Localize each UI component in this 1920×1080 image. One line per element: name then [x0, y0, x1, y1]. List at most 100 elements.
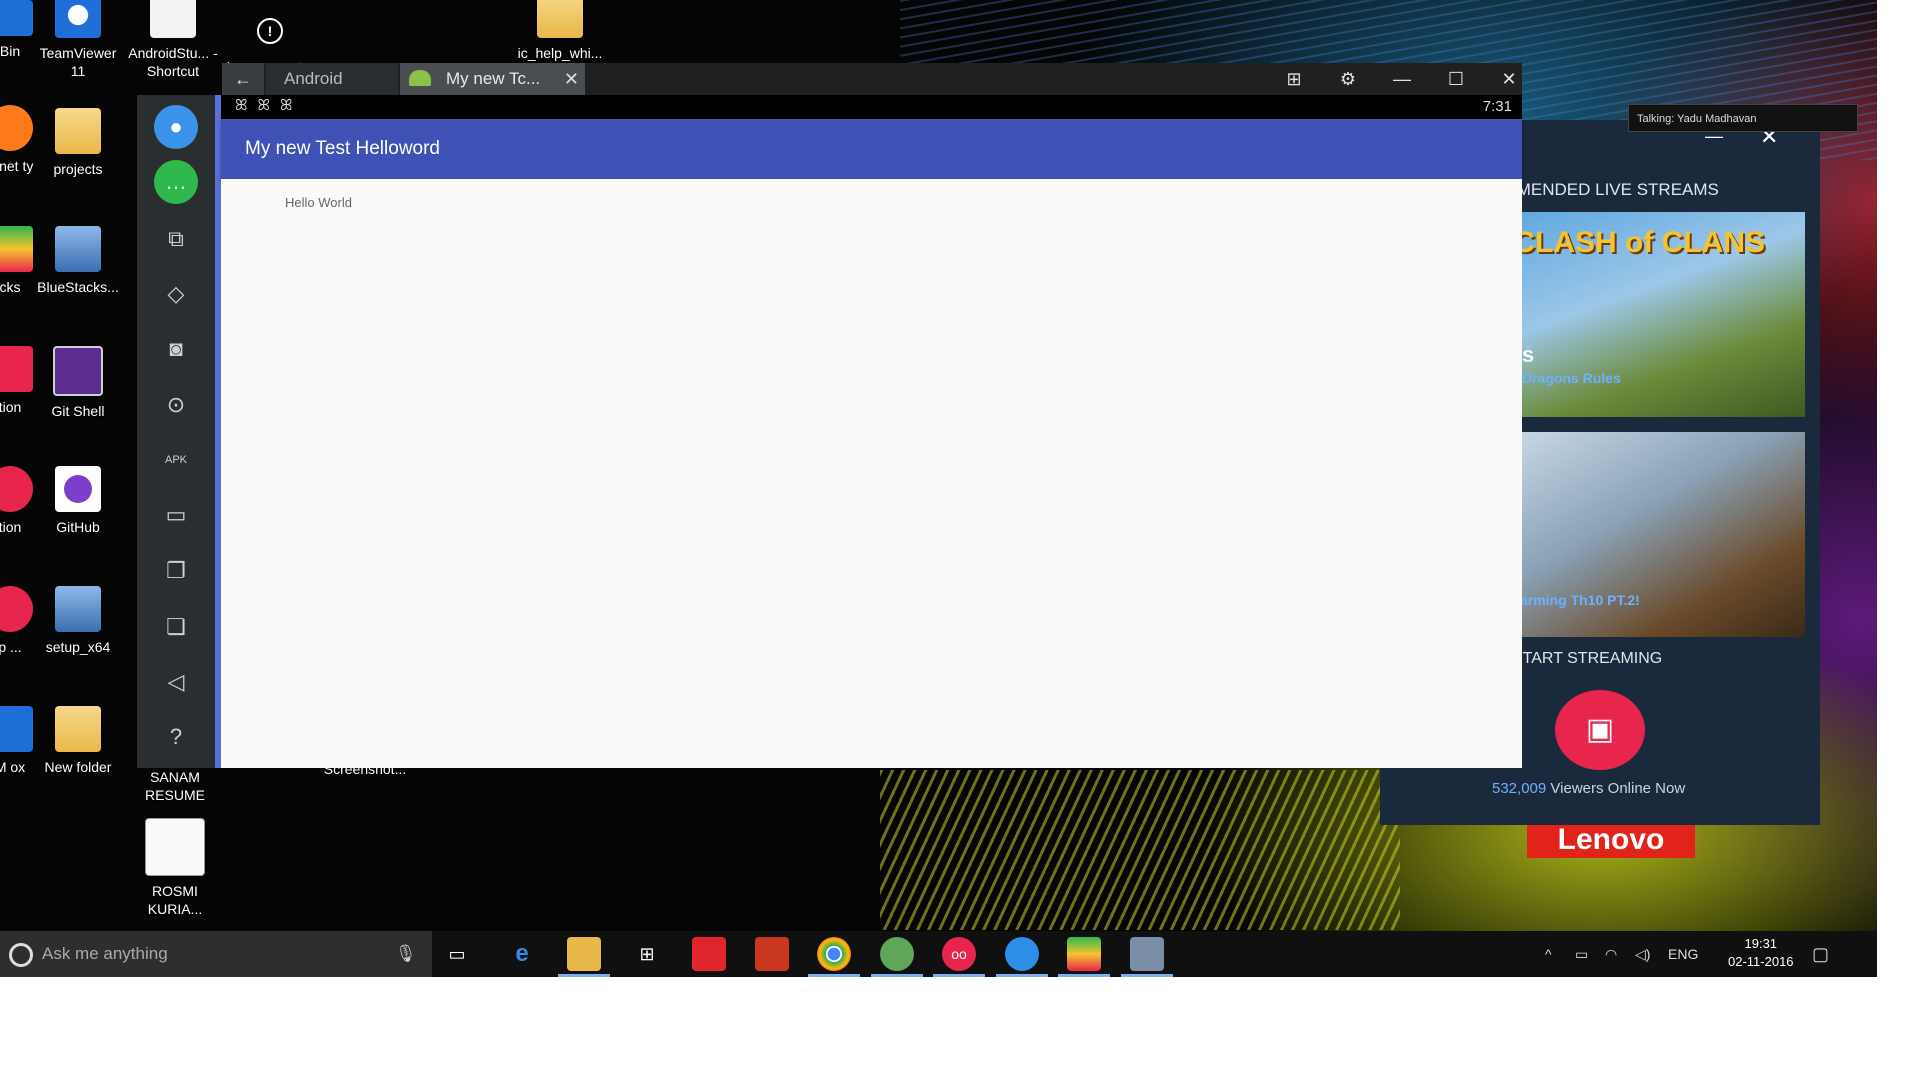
- cortana-icon: [9, 943, 33, 967]
- paint-icon[interactable]: [1121, 937, 1173, 977]
- cortana-search-box[interactable]: Ask me anything 🎙: [0, 931, 432, 977]
- reader-icon[interactable]: [692, 937, 726, 971]
- android-status-bar: ꕤꕤꕤ 7:31: [221, 95, 1522, 119]
- back-button[interactable]: ←: [222, 63, 264, 95]
- chat-icon[interactable]: …: [154, 160, 198, 204]
- installer-icon: [55, 586, 101, 632]
- notifications-icon[interactable]: ▢: [1812, 931, 1829, 977]
- search-input[interactable]: Ask me anything: [42, 931, 168, 977]
- status-time: 7:31: [1482, 98, 1512, 115]
- desktop-icon-label: GitHub: [56, 519, 100, 535]
- clock-date: 02-11-2016: [1728, 954, 1794, 969]
- show-hidden-icons[interactable]: ^: [1545, 931, 1552, 977]
- desktop-icon-label: ic_help_whi...: [517, 45, 603, 61]
- desktop-icon-git-shell[interactable]: Git Shell: [33, 346, 123, 420]
- tab-my-new-test[interactable]: My new Tc... ✕: [400, 63, 585, 95]
- stream-thumbnail-2[interactable]: arming Th10 PT.2!: [1512, 432, 1805, 637]
- desktop-icon-label: BlueStacks...: [37, 279, 119, 295]
- app-icon[interactable]: [755, 937, 789, 971]
- desktop-icon-teamviewer[interactable]: TeamViewer 11: [33, 0, 123, 80]
- settings-icon[interactable]: ⚙: [1328, 63, 1368, 95]
- desktop-icon-bluestacks[interactable]: BlueStacks...: [33, 226, 123, 296]
- rotate-icon[interactable]: ◇: [154, 272, 198, 316]
- desktop-icon-label: cks: [0, 279, 21, 295]
- recycle-bin-icon: [0, 0, 33, 36]
- volume-icon[interactable]: ◁: [154, 660, 198, 704]
- desktop-icon-label: tion: [0, 399, 22, 415]
- virtualbox-icon: [0, 706, 33, 752]
- apk-icon[interactable]: APK: [154, 438, 198, 482]
- teamviewer-icon: [55, 0, 101, 38]
- screenshot-icon[interactable]: ◙: [154, 327, 198, 371]
- video-camera-icon[interactable]: ●: [154, 105, 198, 149]
- start-streaming-label: START STREAMING: [1512, 650, 1663, 667]
- desktop-icon-github[interactable]: GitHub: [33, 466, 123, 536]
- location-icon[interactable]: ⊙: [154, 383, 198, 427]
- internet-icon: [0, 105, 33, 151]
- task-view-icon[interactable]: ▭: [440, 937, 474, 971]
- language-indicator[interactable]: ENG: [1668, 931, 1698, 977]
- folder-icon: [537, 0, 583, 38]
- shortcut-icon: [150, 0, 196, 38]
- wallpaper-feather-bottom: [880, 770, 1400, 930]
- desktop-icon-label: projects: [53, 161, 103, 177]
- desktop: Bin ernet ty cks tion tion p ... M ox Te…: [0, 0, 1877, 977]
- file-explorer-icon[interactable]: [558, 937, 610, 977]
- app-title: My new Test Helloword: [245, 138, 441, 159]
- desktop-icon-new-folder[interactable]: New folder: [33, 706, 123, 776]
- viewers-count: 532,009: [1492, 780, 1547, 797]
- edge-icon[interactable]: e: [505, 937, 539, 971]
- desktop-icon-projects[interactable]: projects: [33, 108, 123, 178]
- microphone-icon[interactable]: 🎙: [395, 931, 417, 977]
- bluestacks-icon: [0, 226, 33, 272]
- app-icon[interactable]: oo: [933, 937, 985, 977]
- folder-icon: [55, 108, 101, 154]
- chrome-icon[interactable]: [808, 937, 860, 977]
- terminal-icon: [53, 346, 103, 396]
- desktop-icon-setup-x64[interactable]: setup_x64: [33, 586, 123, 656]
- volume-icon[interactable]: ◁): [1635, 931, 1650, 977]
- minimize-button[interactable]: —: [1382, 63, 1422, 95]
- wifi-icon[interactable]: ◠: [1605, 931, 1617, 977]
- tab-android[interactable]: Android: [266, 63, 398, 95]
- stream-thumbnail-1[interactable]: CLASH of CLANS s Dragons Rules: [1512, 212, 1805, 417]
- lenovo-logo: Lenovo: [1527, 822, 1695, 858]
- battery-icon[interactable]: ▭: [1575, 931, 1588, 977]
- desktop-icon-rosmi-kuria[interactable]: ROSMI KURIA...: [130, 818, 220, 918]
- clock[interactable]: 19:31 02-11-2016: [1728, 935, 1794, 971]
- maximize-button[interactable]: ☐: [1436, 63, 1476, 95]
- tab-close-button[interactable]: ✕: [564, 63, 579, 95]
- desktop-icon-sanam-resume[interactable]: SANAM RESUME: [130, 768, 220, 804]
- tab-label: Android: [284, 69, 343, 88]
- tab-label: My new Tc...: [446, 69, 541, 88]
- stream-1-title: Dragons Rules: [1522, 370, 1621, 386]
- close-button[interactable]: ✕: [1489, 63, 1529, 95]
- start-streaming-button[interactable]: ▣: [1555, 690, 1645, 770]
- hello-world-text: Hello World: [285, 195, 352, 210]
- error-outline-icon: !: [257, 18, 283, 44]
- desktop-icon-label: Bin: [0, 43, 21, 59]
- copy-icon[interactable]: ❐: [154, 549, 198, 593]
- live-streams-heading: IMENDED LIVE STREAMS: [1512, 180, 1719, 199]
- installer-icon: [55, 226, 101, 272]
- desktop-icon-label: TeamViewer 11: [39, 45, 117, 79]
- app-bar: My new Test Helloword: [221, 119, 1522, 179]
- desktop-icon-ic-help[interactable]: ic_help_whi...: [515, 0, 605, 62]
- bluestacks-sidebar: ● … ⧉ ◇ ◙ ⊙ APK ▭ ❐ ❏ ◁ ?: [137, 95, 221, 768]
- network-icon[interactable]: ⊞: [1274, 63, 1314, 95]
- bluestacks-window: ← Android My new Tc... ✕ ⊞ ⚙ — ☐ ✕ ● … ⧉…: [137, 63, 1522, 768]
- desktop-icon-label: p ...: [0, 639, 22, 655]
- multi-window-icon[interactable]: ⧉: [154, 217, 198, 261]
- app-icon: [0, 346, 33, 392]
- bluestacks-icon[interactable]: [1058, 937, 1110, 977]
- stream-2-title: arming Th10 PT.2!: [1520, 592, 1640, 608]
- help-icon[interactable]: ?: [154, 715, 198, 759]
- android-studio-icon[interactable]: [871, 937, 923, 977]
- clash-of-clans-logo: CLASH of CLANS: [1513, 226, 1765, 259]
- store-icon[interactable]: ⊞: [630, 937, 664, 971]
- notification-icons: ꕤꕤꕤ: [235, 97, 303, 114]
- folder-icon[interactable]: ▭: [154, 493, 198, 537]
- paste-icon[interactable]: ❏: [154, 605, 198, 649]
- video-camera-icon[interactable]: [996, 937, 1048, 977]
- pdf-document-icon: [145, 818, 205, 876]
